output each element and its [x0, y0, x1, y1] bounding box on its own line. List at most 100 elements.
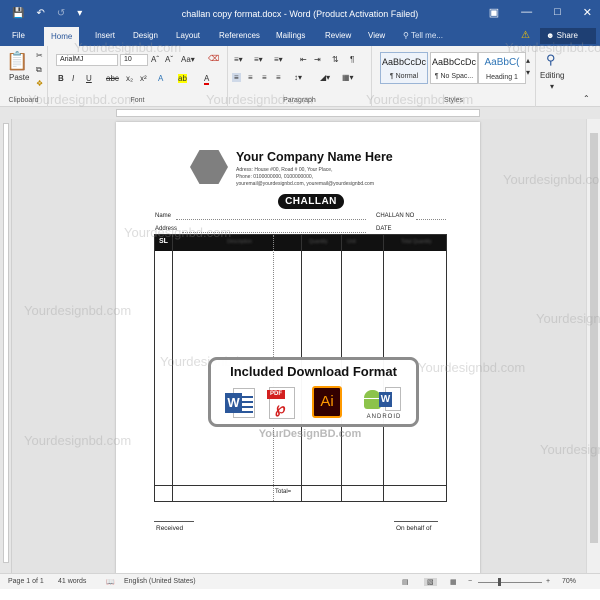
strikethrough-icon[interactable]: abc: [106, 74, 119, 83]
status-bar: Page 1 of 1 41 words 📖 English (United S…: [0, 573, 600, 589]
company-address[interactable]: Adress: House #00, Road # 00, Your Place…: [236, 167, 332, 173]
style-heading-1[interactable]: AaBbC( Heading 1: [478, 52, 526, 84]
challan-no-label[interactable]: CHALLAN NO: [376, 213, 414, 219]
numbering-icon[interactable]: ≡▾: [254, 55, 263, 64]
copy-icon[interactable]: ⧉: [36, 65, 42, 75]
style-no-spacing[interactable]: AaBbCcDc ¶ No Spac...: [430, 52, 478, 84]
android-word-doc: W: [379, 387, 401, 411]
total-label[interactable]: Total=: [275, 489, 291, 495]
tab-layout[interactable]: Layout: [176, 31, 200, 40]
word-icon: W: [225, 386, 257, 420]
highlight-icon[interactable]: ab: [178, 74, 187, 83]
share-button[interactable]: ☻ Share: [540, 28, 596, 44]
show-marks-icon[interactable]: ¶: [350, 55, 354, 64]
vertical-ruler[interactable]: [0, 119, 12, 573]
zoom-slider[interactable]: [478, 582, 542, 583]
subscript-icon[interactable]: x₂: [126, 74, 133, 83]
word-count[interactable]: 41 words: [58, 578, 86, 585]
zoom-slider-thumb[interactable]: [498, 578, 501, 586]
editing-dropdown-icon[interactable]: ▾: [550, 82, 554, 91]
styles-more-icon[interactable]: ▾: [526, 68, 530, 77]
close-icon[interactable]: ✕: [583, 6, 592, 19]
collapse-ribbon-icon[interactable]: ⌃: [583, 94, 590, 103]
ribbon-display-icon[interactable]: ▣: [489, 6, 499, 19]
font-name-combo[interactable]: ArialMJ: [56, 54, 118, 66]
on-behalf-label[interactable]: On behalf of: [396, 525, 431, 532]
borders-icon[interactable]: ▦▾: [342, 73, 354, 82]
tell-me-search[interactable]: ⚲ Tell me...: [403, 31, 443, 40]
zoom-out-button[interactable]: −: [468, 578, 472, 585]
badge-title: Included Download Format: [230, 364, 397, 379]
bullets-icon[interactable]: ≡▾: [234, 55, 243, 64]
company-email[interactable]: youremail@yourdesignbd.com, youremail@yo…: [236, 181, 374, 187]
print-layout-icon[interactable]: ▧: [424, 578, 437, 586]
style-heading-1-sample: AaBbC(: [484, 57, 520, 68]
warning-icon[interactable]: ⚠: [521, 30, 530, 41]
page-count[interactable]: Page 1 of 1: [8, 578, 44, 585]
multilevel-list-icon[interactable]: ≡▾: [274, 55, 283, 64]
align-center-icon[interactable]: ≡: [248, 73, 253, 82]
bold-icon[interactable]: B: [58, 74, 64, 83]
zoom-in-button[interactable]: +: [546, 578, 550, 585]
decrease-indent-icon[interactable]: ⇤: [300, 55, 307, 64]
clear-formatting-icon[interactable]: ⌫: [208, 54, 219, 63]
company-name[interactable]: Your Company Name Here: [236, 150, 393, 164]
tab-mailings[interactable]: Mailings: [276, 31, 305, 40]
tab-review[interactable]: Review: [325, 31, 351, 40]
style-normal-sample: AaBbCcDc: [381, 57, 426, 67]
tab-design[interactable]: Design: [133, 31, 158, 40]
font-group: ArialMJ 10 Aˆ Aˇ Aa▾ ⌫ B I U abc x₂ x² A…: [48, 46, 228, 107]
justify-icon[interactable]: ≡: [276, 73, 281, 82]
scrollbar-thumb[interactable]: [590, 133, 598, 543]
align-right-icon[interactable]: ≡: [262, 73, 267, 82]
tab-insert[interactable]: Insert: [95, 31, 115, 40]
language[interactable]: English (United States): [124, 578, 196, 585]
cut-icon[interactable]: ✂: [36, 51, 43, 60]
tab-home[interactable]: Home: [44, 27, 80, 46]
maximize-icon[interactable]: □: [554, 6, 561, 19]
superscript-icon[interactable]: x²: [140, 74, 147, 83]
company-phone[interactable]: Phone: 0100000000, 0100000000,: [236, 174, 313, 180]
sort-icon[interactable]: ⇅: [332, 55, 339, 64]
received-label[interactable]: Received: [156, 525, 183, 532]
font-color-icon[interactable]: A: [204, 74, 210, 85]
editing-button[interactable]: Editing: [540, 71, 564, 80]
web-layout-icon[interactable]: ▦: [450, 578, 457, 586]
increase-indent-icon[interactable]: ⇥: [314, 55, 321, 64]
find-icon[interactable]: ⚲: [546, 52, 556, 68]
tab-references[interactable]: References: [219, 31, 260, 40]
date-label[interactable]: DATE: [376, 226, 392, 232]
address-label[interactable]: Address: [155, 226, 177, 232]
format-painter-icon[interactable]: ❖: [36, 79, 43, 88]
font-size-combo[interactable]: 10: [120, 54, 148, 66]
proofing-icon[interactable]: 📖: [106, 578, 115, 586]
styles-group: AaBbCcDc ¶ Normal AaBbCcDc ¶ No Spac... …: [372, 46, 536, 107]
clipboard-group-label: Clipboard: [8, 97, 39, 104]
android-label: ANDROID: [366, 414, 402, 420]
zoom-level[interactable]: 70%: [562, 578, 576, 585]
challan-heading[interactable]: CHALLAN: [278, 194, 344, 209]
grow-font-icon[interactable]: Aˆ: [151, 55, 159, 64]
text-effects-icon[interactable]: A: [158, 74, 163, 83]
shrink-font-icon[interactable]: Aˇ: [165, 55, 173, 64]
change-case-icon[interactable]: Aa▾: [181, 55, 195, 64]
horizontal-ruler[interactable]: [0, 107, 600, 119]
paste-icon[interactable]: 📋: [6, 51, 28, 72]
paste-button[interactable]: Paste: [9, 73, 29, 82]
underline-icon[interactable]: U: [86, 74, 92, 83]
minimize-icon[interactable]: —: [521, 6, 532, 19]
tab-file[interactable]: File: [12, 31, 25, 40]
read-mode-icon[interactable]: ▤: [402, 578, 409, 586]
tab-view[interactable]: View: [368, 31, 385, 40]
column-divider: [172, 235, 173, 501]
word-letter: W: [225, 393, 242, 413]
name-label[interactable]: Name: [155, 213, 171, 219]
vertical-scrollbar[interactable]: [586, 119, 600, 573]
line-spacing-icon[interactable]: ↕▾: [294, 73, 302, 82]
brand-watermark: YourDesignBD.com: [258, 428, 362, 440]
align-left-icon[interactable]: ≡: [232, 73, 241, 82]
style-normal[interactable]: AaBbCcDc ¶ Normal: [380, 52, 428, 84]
italic-icon[interactable]: I: [72, 74, 74, 83]
styles-scroll-up-icon[interactable]: ▴: [526, 56, 530, 65]
shading-icon[interactable]: ◢▾: [320, 73, 330, 82]
